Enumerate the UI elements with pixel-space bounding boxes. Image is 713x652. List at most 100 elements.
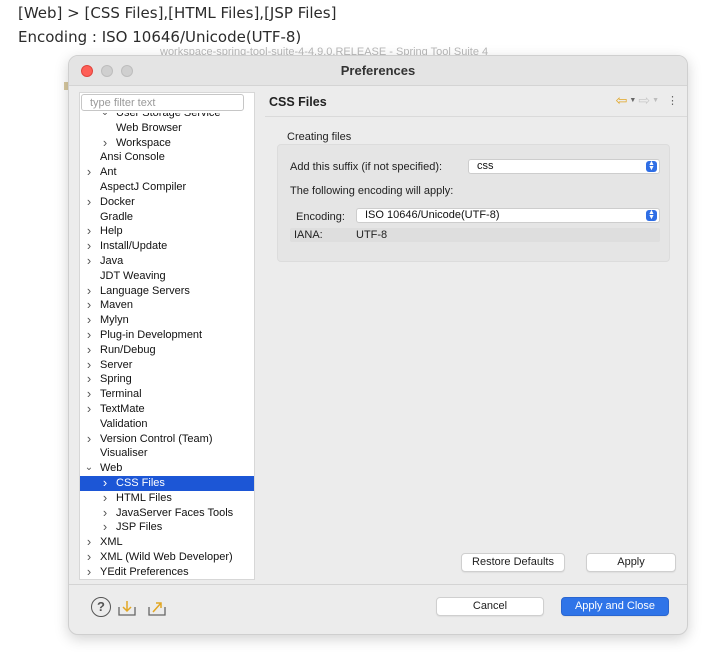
cancel-button[interactable]: Cancel [436, 597, 544, 616]
tree-item[interactable]: Web Browser [80, 121, 254, 136]
tree-item-label: Web [100, 462, 123, 475]
page-title: CSS Files [269, 95, 327, 109]
forward-dropdown-icon[interactable]: ▼ [652, 97, 659, 104]
tree-item[interactable]: › Spring [80, 372, 254, 387]
tree-item-label: JDT Weaving [100, 269, 166, 282]
tree-item[interactable]: Visualiser [80, 446, 254, 461]
tree-item[interactable]: › JSP Files [80, 520, 254, 535]
tree-item-label: Run/Debug [100, 343, 156, 356]
filter-input[interactable] [81, 94, 244, 111]
chevron-right-icon[interactable]: › [84, 298, 94, 313]
tree-item[interactable]: › Maven [80, 298, 254, 313]
encoding-select[interactable]: ISO 10646/Unicode(UTF-8) ▲ ▼ [356, 208, 660, 223]
suffix-select[interactable]: css ▲ ▼ [468, 159, 660, 174]
tree-item-label: XML [100, 536, 123, 549]
export-icon[interactable] [147, 599, 167, 617]
suffix-label: Add this suffix (if not specified): [290, 161, 443, 173]
chevron-right-icon[interactable]: › [100, 475, 110, 491]
caption-path: [Web] > [CSS Files],[HTML Files],[JSP Fi… [18, 4, 337, 22]
tree-item[interactable]: › Java [80, 253, 254, 269]
tree-item-label: Gradle [100, 210, 134, 223]
chevron-right-icon[interactable]: › [84, 386, 94, 402]
tree-item[interactable]: › Workspace [80, 135, 254, 151]
apply-and-close-button[interactable]: Apply and Close [561, 597, 669, 616]
import-icon[interactable] [117, 599, 137, 617]
select-stepper-icon: ▲ ▼ [646, 209, 657, 221]
iana-label: IANA: [294, 229, 323, 241]
title-divider [265, 116, 687, 117]
chevron-right-icon[interactable]: › [100, 520, 110, 535]
tree-item[interactable]: Ansi Console [80, 150, 254, 165]
chevron-down-icon[interactable]: ⌄ [84, 461, 94, 476]
restore-defaults-button[interactable]: Restore Defaults [461, 553, 565, 572]
tree-item[interactable]: › XML (Wild Web Developer) [80, 549, 254, 565]
tree-item-label: Workspace [116, 136, 171, 149]
chevron-right-icon[interactable]: › [84, 194, 94, 210]
tree-item[interactable]: › HTML Files [80, 490, 254, 506]
chevron-right-icon[interactable]: › [100, 135, 110, 151]
tree-item-label: JavaServer Faces Tools [116, 506, 234, 519]
tree-item-selected[interactable]: › CSS Files [80, 475, 254, 491]
tree-item[interactable]: › Ant [80, 164, 254, 180]
suffix-select-value: css [477, 160, 494, 172]
chevron-right-icon[interactable]: › [100, 490, 110, 506]
apply-button[interactable]: Apply [586, 553, 676, 572]
forward-arrow-icon[interactable]: ⇨ [638, 92, 650, 109]
chevron-right-icon[interactable]: › [84, 534, 94, 550]
tree-item[interactable]: › Mylyn [80, 312, 254, 328]
tree-item-label: Language Servers [100, 284, 190, 297]
tree-item[interactable]: › Server [80, 357, 254, 373]
tree-item[interactable]: › JavaServer Faces Tools [80, 505, 254, 521]
tree-item[interactable]: › YEdit Preferences [80, 564, 254, 579]
tree-item[interactable]: Gradle [80, 210, 254, 225]
tree-item[interactable]: › Terminal [80, 386, 254, 402]
preference-tree[interactable]: ⌄ User Storage Service Web Browser › Workspa… [80, 113, 254, 579]
preferences-window: Preferences ⌄ User Storage Service Web Bro… [68, 55, 688, 635]
tree-item[interactable]: › Help [80, 224, 254, 239]
tree-item[interactable]: ⌄ User Storage Service [80, 113, 254, 121]
creating-files-group: Add this suffix (if not specified): css … [277, 144, 670, 262]
chevron-right-icon[interactable]: › [84, 327, 94, 343]
chevron-right-icon[interactable]: › [84, 253, 94, 269]
chevron-right-icon[interactable]: › [84, 564, 94, 579]
chevron-right-icon[interactable]: › [84, 238, 94, 254]
tree-item[interactable]: AspectJ Compiler [80, 180, 254, 195]
encoding-select-value: ISO 10646/Unicode(UTF-8) [365, 209, 500, 221]
tree-item[interactable]: › Version Control (Team) [80, 431, 254, 447]
title-bar: Preferences [69, 56, 687, 86]
tree-item[interactable]: › Docker [80, 194, 254, 210]
preference-tree-pane: ⌄ User Storage Service Web Browser › Workspa… [79, 92, 255, 580]
tree-item[interactable]: › XML [80, 534, 254, 550]
chevron-right-icon[interactable]: › [84, 312, 94, 328]
tree-item[interactable]: › TextMate [80, 401, 254, 417]
tree-item-label: XML (Wild Web Developer) [100, 550, 233, 563]
chevron-right-icon[interactable]: › [84, 401, 94, 417]
tree-item[interactable]: › Install/Update [80, 238, 254, 254]
chevron-right-icon[interactable]: › [100, 505, 110, 521]
chevron-right-icon[interactable]: › [84, 342, 94, 358]
chevron-right-icon[interactable]: › [84, 549, 94, 565]
tree-item[interactable]: JDT Weaving [80, 269, 254, 284]
tree-item-label: Help [100, 225, 123, 238]
chevron-right-icon[interactable]: › [84, 164, 94, 180]
tree-item-label: Terminal [100, 388, 142, 401]
chevron-right-icon[interactable]: › [84, 357, 94, 373]
tree-item[interactable]: Validation [80, 417, 254, 432]
help-icon[interactable]: ? [91, 597, 111, 617]
chevron-down-icon[interactable]: ⌄ [100, 113, 110, 121]
page-navigation: ⇦ ▼ ⇨ ▼ ⋮ [616, 92, 678, 109]
tree-item[interactable]: ⌄ Web [80, 461, 254, 476]
window-title: Preferences [340, 63, 416, 78]
chevron-right-icon[interactable]: › [84, 431, 94, 447]
view-menu-icon[interactable]: ⋮ [667, 94, 678, 107]
tree-item[interactable]: › Plug-in Development [80, 327, 254, 343]
tree-item-label: HTML Files [116, 491, 172, 504]
back-dropdown-icon[interactable]: ▼ [629, 97, 636, 104]
tree-item[interactable]: › Language Servers [80, 283, 254, 299]
chevron-right-icon[interactable]: › [84, 224, 94, 239]
tree-item-label: Spring [100, 373, 132, 386]
back-arrow-icon[interactable]: ⇦ [616, 92, 628, 109]
chevron-right-icon[interactable]: › [84, 372, 94, 387]
tree-item[interactable]: › Run/Debug [80, 342, 254, 358]
chevron-right-icon[interactable]: › [84, 283, 94, 299]
